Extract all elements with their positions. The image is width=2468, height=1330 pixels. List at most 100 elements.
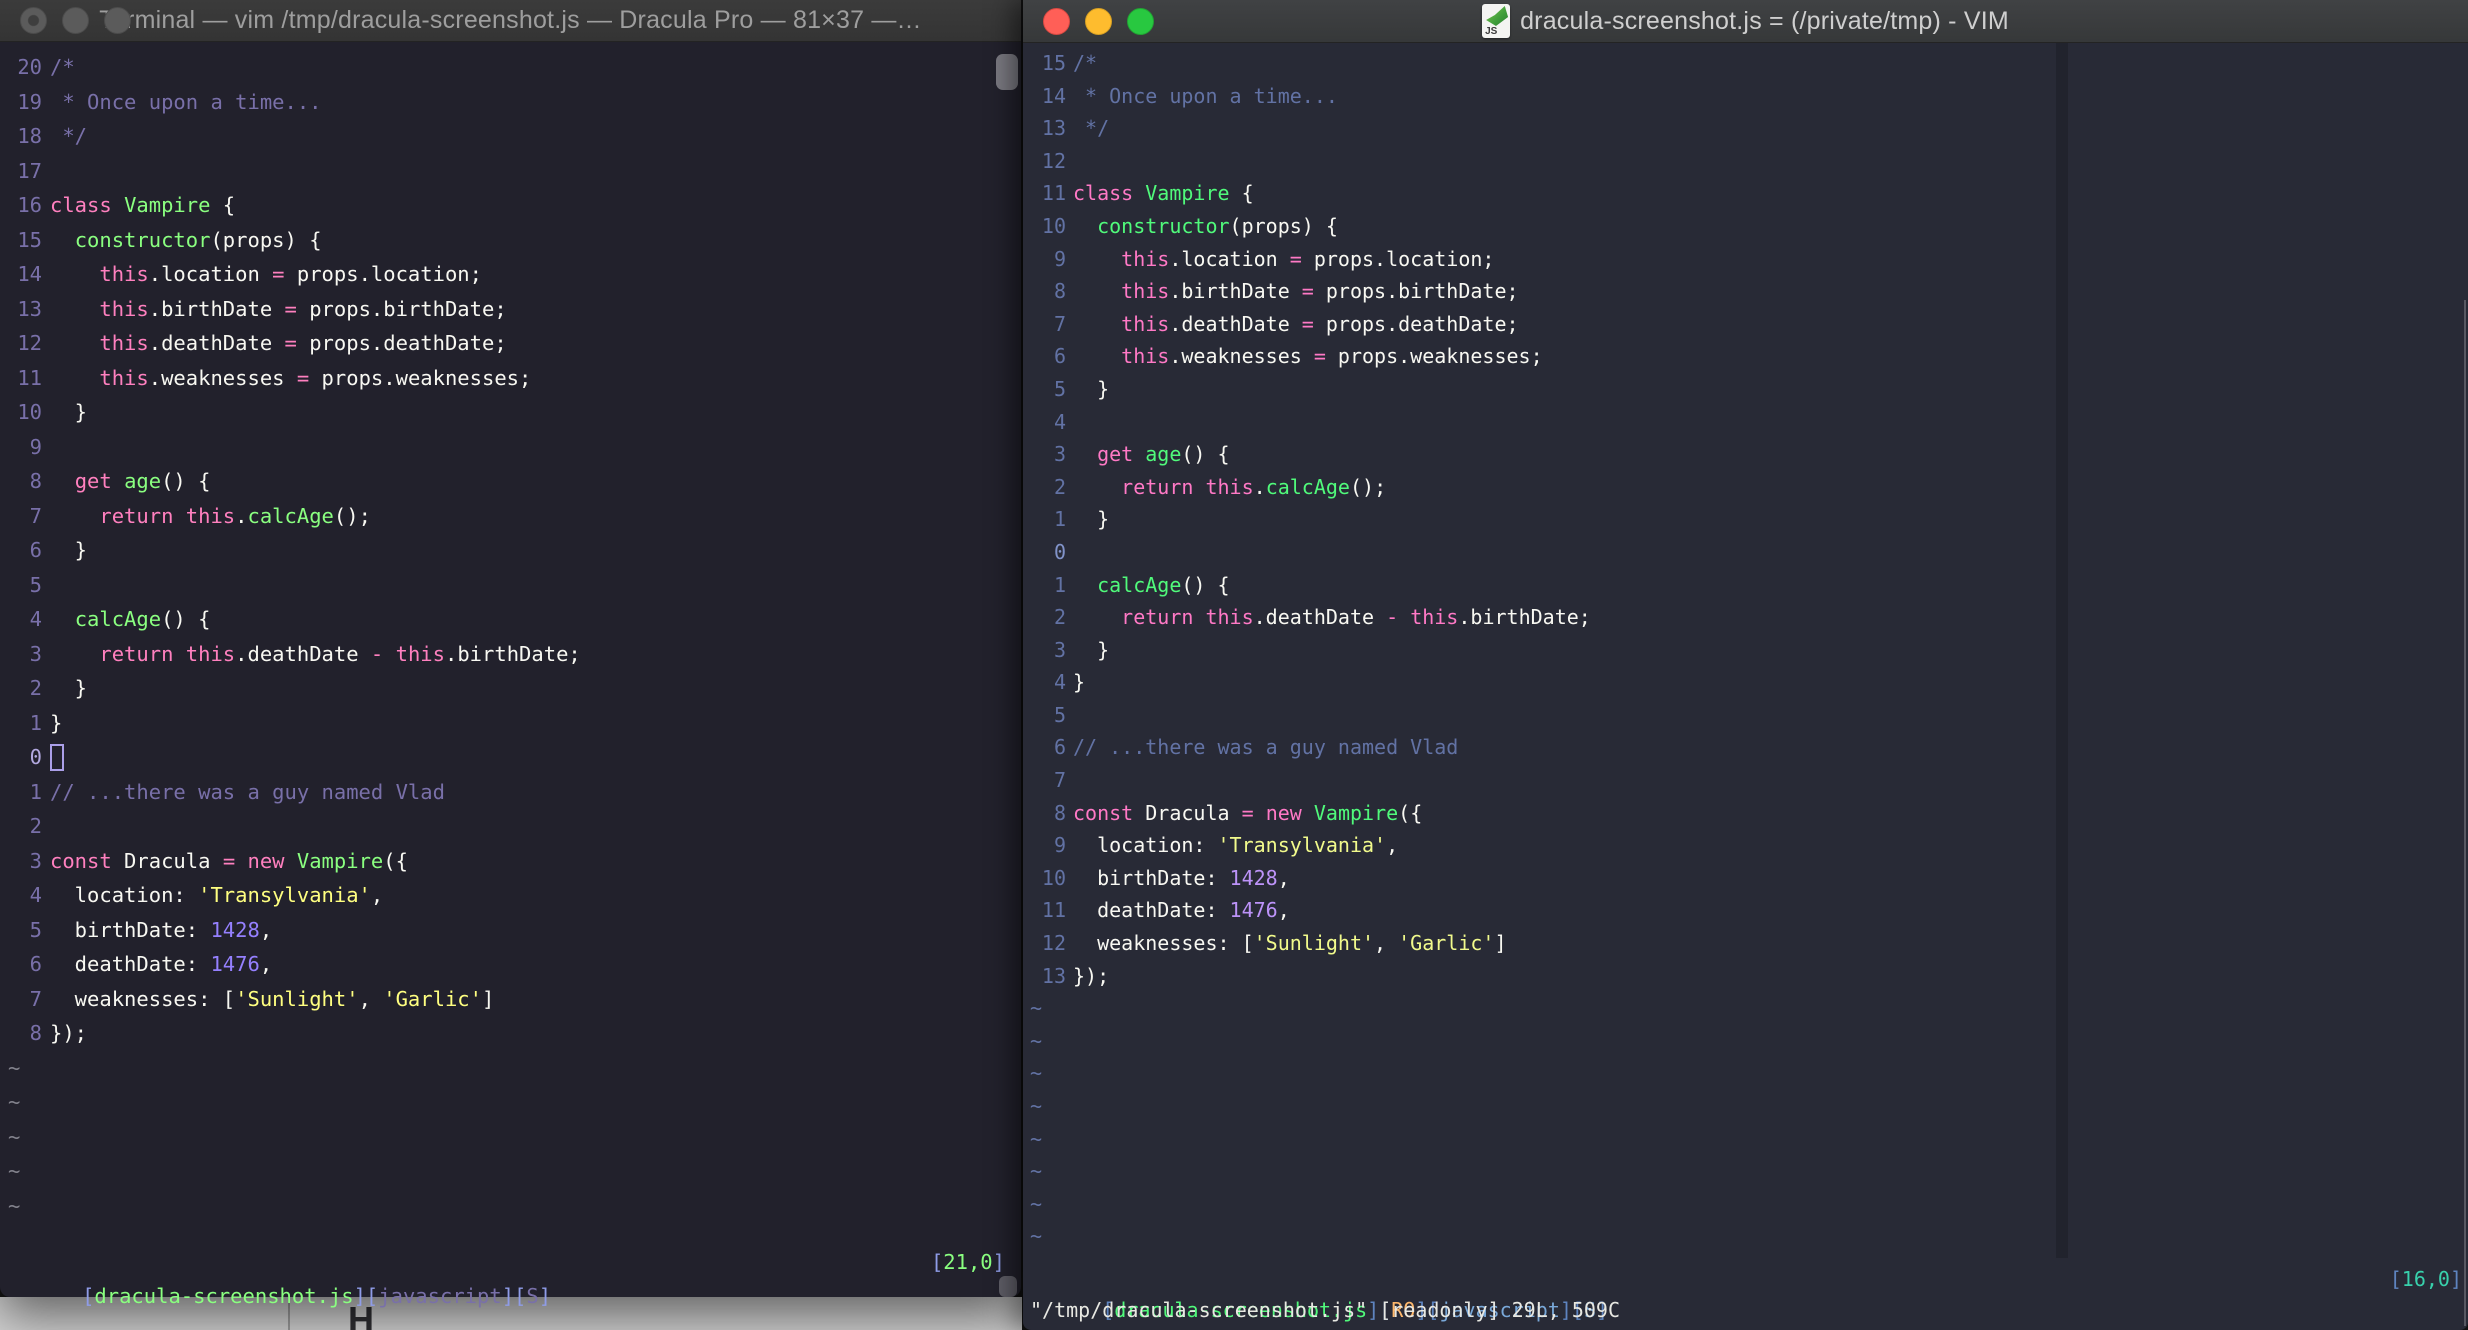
code-token: location: [1073, 833, 1218, 858]
code-line: 1 calcAge() { [1023, 569, 1591, 602]
code-token: .weaknesses [148, 365, 297, 390]
status-segment: 21,0 [943, 1250, 993, 1274]
code-line: 2 return this. calcAge (); [1023, 471, 1591, 504]
code-token: = [1241, 800, 1254, 825]
code-token: location: [50, 883, 199, 907]
code-line: 5 } [1023, 373, 1591, 406]
statusline-file-info: [dracula-screenshot.js][javascript][S] [82, 1284, 551, 1308]
code-token: constructor [74, 227, 211, 252]
code-token: weaknesses: [ [50, 986, 236, 1011]
code-token: .deathDate [1169, 311, 1302, 336]
code-line: 11 class Vampire { [1023, 177, 1591, 210]
code-token: ({ [1398, 800, 1423, 825]
code-token: */ [50, 124, 88, 148]
code-line: 1 } [1023, 503, 1591, 536]
line-number: 1 [1053, 572, 1066, 597]
statusline-ruler: [21,0] [931, 1245, 1005, 1279]
code-line: 10 } [0, 395, 581, 430]
code-token: 1476 [1229, 898, 1278, 923]
code-line: 6 deathDate: 1476, [0, 947, 581, 982]
tilde-marker: ~ [8, 1124, 21, 1149]
code-line: 9 this .location = props.location; [1023, 243, 1591, 276]
zoom-button-icon[interactable] [104, 7, 131, 34]
code-token: class [1073, 181, 1134, 206]
line-number: 2 [1053, 474, 1066, 499]
code-line: 12 weaknesses: ['Sunlight', 'Garlic'] [1023, 927, 1591, 960]
line-number: 6 [29, 952, 42, 976]
code-token: new [247, 848, 285, 873]
code-token: }); [50, 1021, 88, 1045]
status-segment: ] [538, 1284, 552, 1308]
code-token: birthDate: [1073, 865, 1230, 890]
terminal-scrollbar-thumb-bottom[interactable] [999, 1276, 1017, 1297]
tilde-marker: ~ [1030, 1094, 1043, 1118]
code-token: () { [1181, 572, 1230, 597]
code-token: * Once upon a time... [1073, 83, 1338, 108]
terminal-scrollbar-thumb[interactable] [996, 54, 1018, 90]
line-number: 10 [1041, 865, 1066, 890]
code-line: 6 // ...there was a guy named Vlad [1023, 731, 1591, 764]
code-token: props.deathDate; [296, 331, 507, 355]
code-token: constructor [1097, 213, 1230, 238]
minimize-button-icon[interactable] [1085, 7, 1112, 35]
code-line: 7 weaknesses: ['Sunlight', 'Garlic'] [0, 982, 581, 1017]
screen: H Terminal — vim /tmp/dracula-screenshot… [0, 0, 2468, 1330]
code-token: } [50, 676, 88, 700]
tilde-line: ~ [0, 1189, 581, 1224]
close-button-icon[interactable] [20, 7, 47, 34]
statusline-ruler: [16,0] [2390, 1264, 2462, 1295]
leaf-icon [1486, 6, 1509, 26]
code-line: 17 [0, 154, 581, 189]
traffic-lights [1043, 0, 1154, 42]
macvim-titlebar[interactable]: JS dracula-screenshot.js = (/private/tmp… [1023, 0, 2468, 43]
status-segment: S [526, 1284, 539, 1308]
code-token: , [370, 883, 384, 907]
line-number: 5 [1053, 702, 1066, 727]
code-line: 5 [1023, 699, 1591, 732]
code-line: 13 this .birthDate = props.birthDate; [0, 292, 581, 327]
code-line: 5 [0, 568, 581, 603]
line-number: 14 [17, 262, 42, 286]
code-token: return [1121, 605, 1194, 630]
zoom-button-icon[interactable] [1127, 7, 1154, 35]
code-line: 13 */ [1023, 112, 1591, 145]
close-button-icon[interactable] [1043, 7, 1070, 35]
code-line: 1} [0, 706, 581, 741]
hollow-cursor [50, 744, 64, 771]
code-line: 7 [1023, 764, 1591, 797]
code-token: get [1097, 442, 1134, 467]
line-number: 17 [17, 158, 42, 183]
line-number: 6 [29, 538, 42, 562]
code-token: */ [1073, 116, 1110, 141]
code-token: props.weaknesses; [309, 365, 532, 390]
line-number: 20 [17, 55, 42, 79]
code-token: Dracula [111, 848, 223, 873]
js-document-icon[interactable]: JS [1482, 4, 1511, 38]
line-number: 3 [1053, 637, 1066, 662]
minimize-button-icon[interactable] [62, 7, 89, 34]
terminal-titlebar[interactable]: Terminal — vim /tmp/dracula-screenshot.j… [0, 0, 1021, 42]
line-number: 4 [29, 607, 42, 631]
line-number: 5 [29, 572, 42, 597]
traffic-lights [20, 0, 131, 41]
line-number: 5 [29, 917, 42, 942]
code-token: props.location; [1301, 246, 1495, 271]
line-number: 7 [1053, 311, 1066, 336]
line-number: 7 [29, 986, 42, 1011]
code-line: 0 [0, 740, 581, 775]
code-token: .location [1169, 246, 1290, 271]
code-token: () { [1181, 442, 1230, 467]
macvim-scrollbar-track[interactable] [2464, 300, 2466, 1326]
code-token: calcAge [247, 503, 334, 528]
code-token: this [395, 641, 445, 666]
code-line: 4} [1023, 666, 1591, 699]
